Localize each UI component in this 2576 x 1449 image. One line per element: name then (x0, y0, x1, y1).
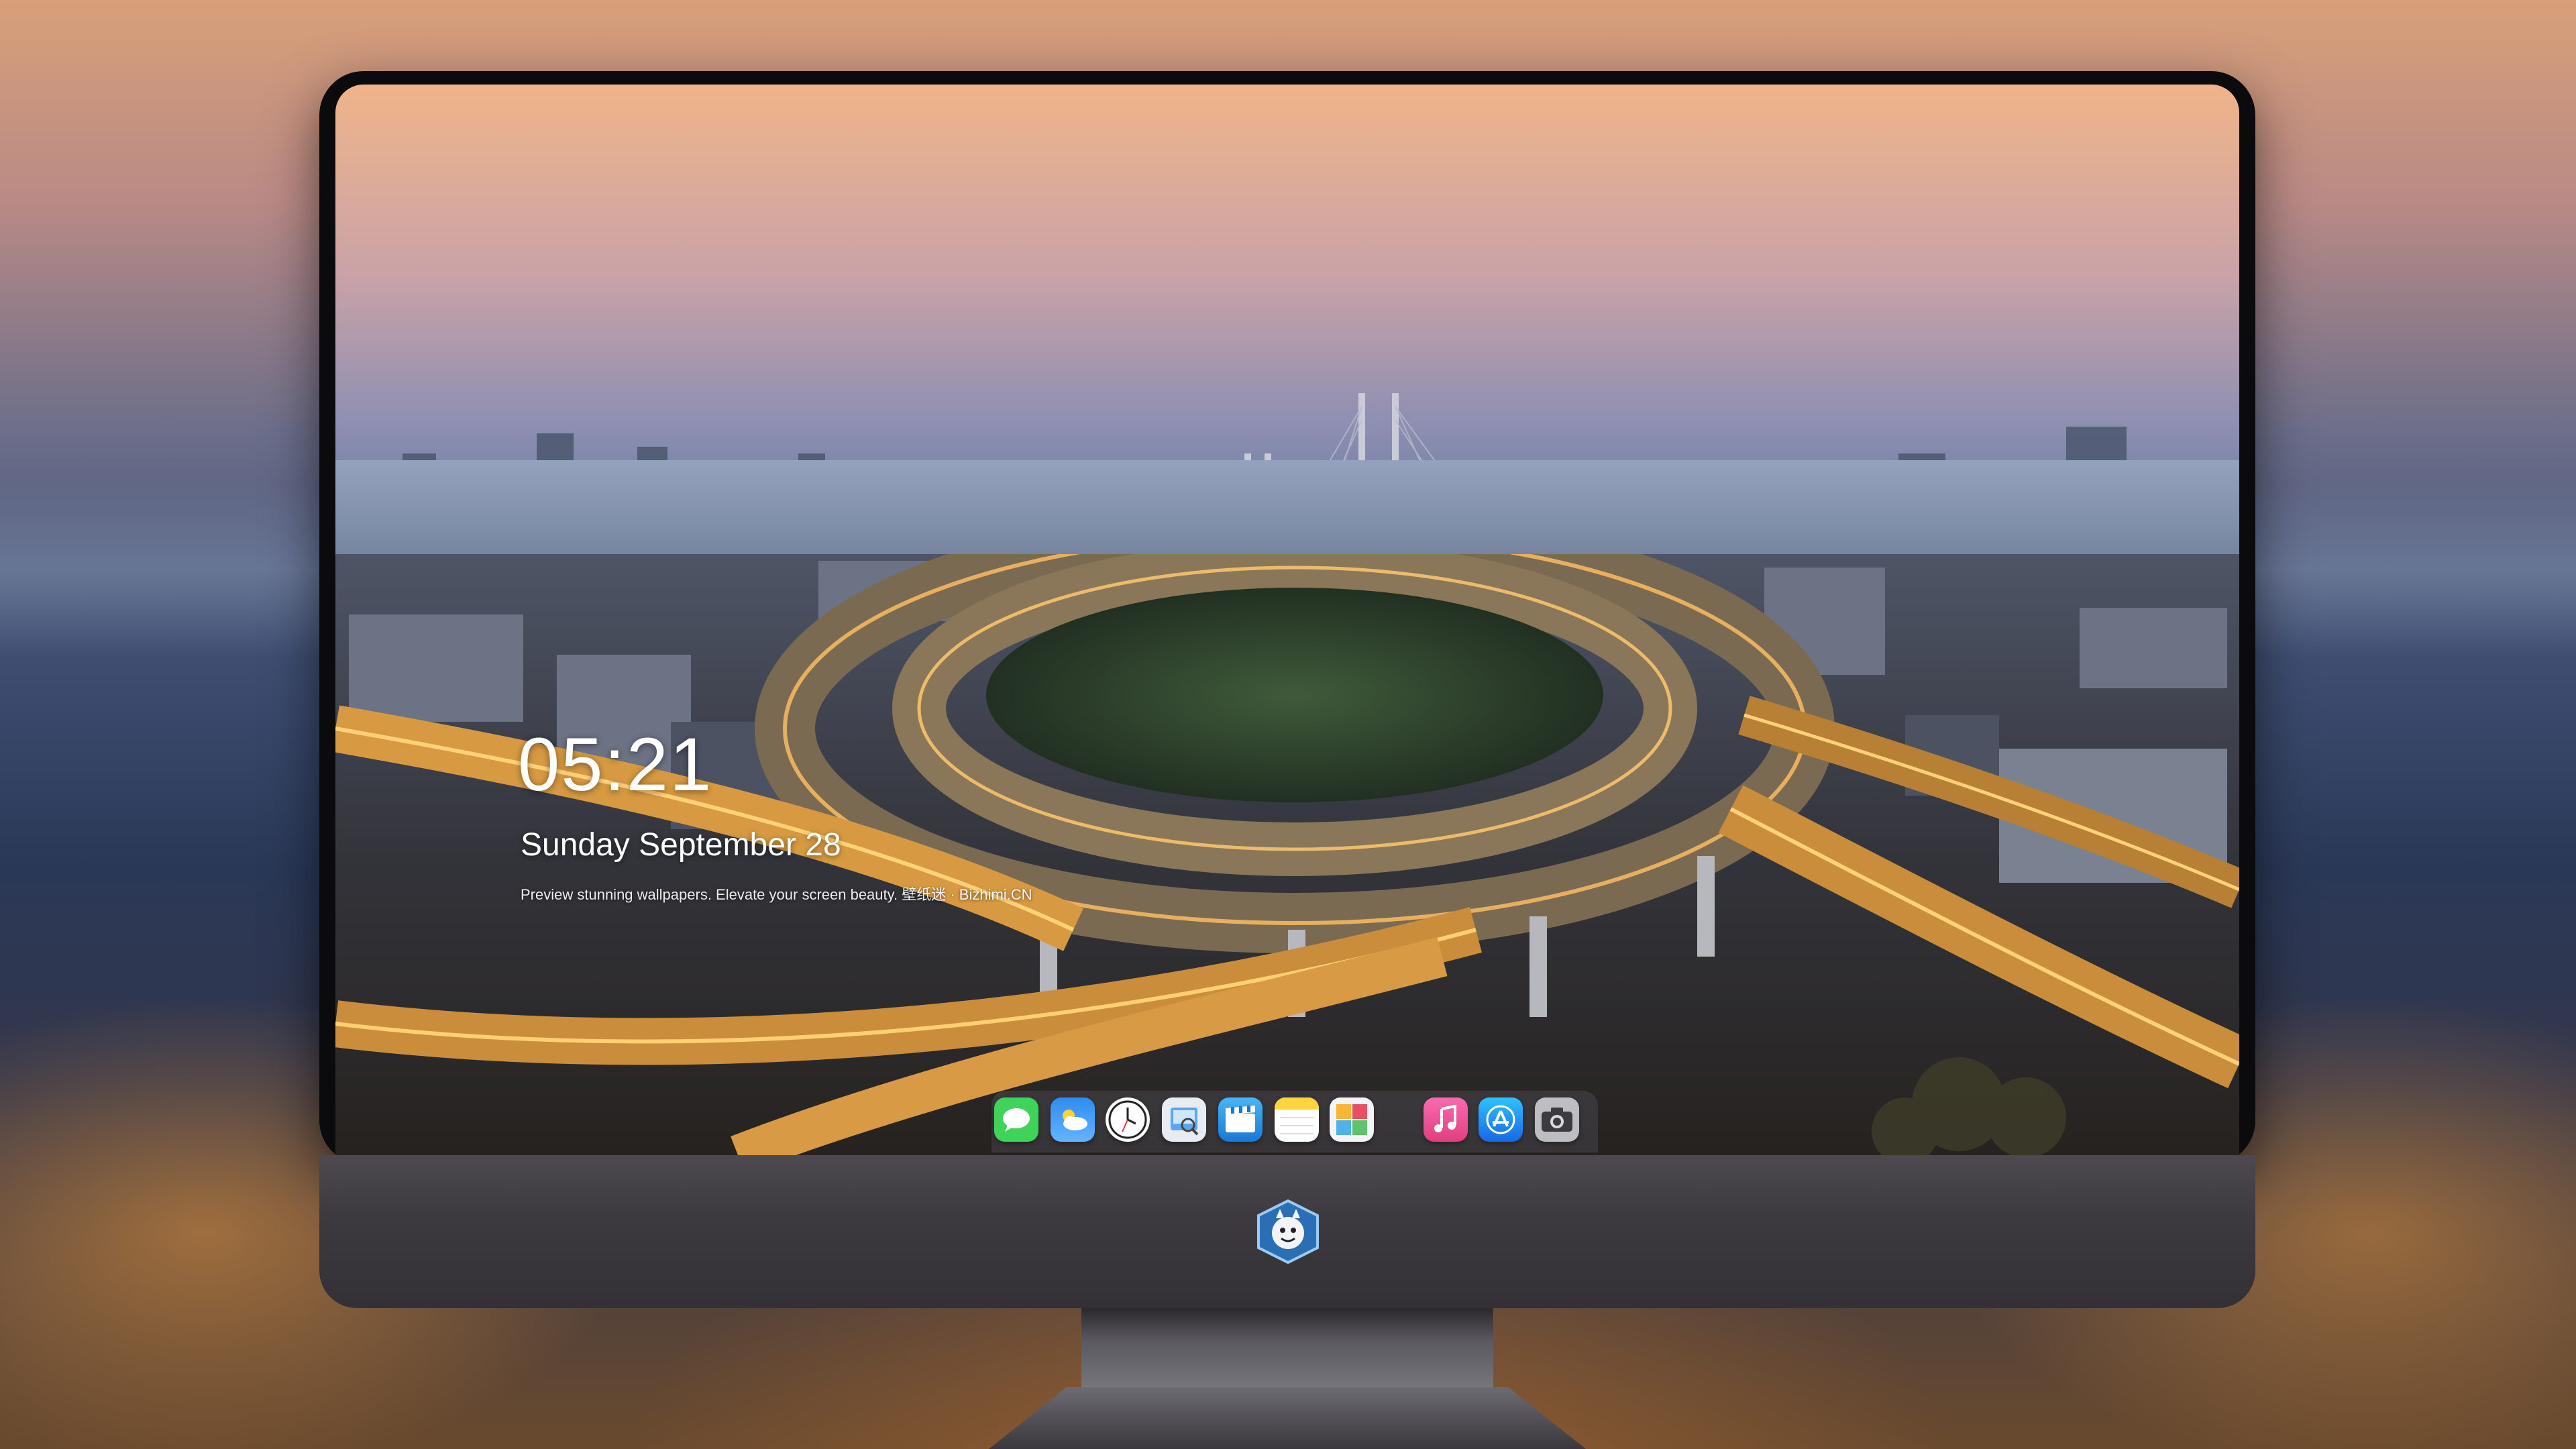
notes-icon[interactable] (1275, 1097, 1319, 1142)
photo-booth-icon[interactable] (1330, 1097, 1374, 1142)
weather-icon[interactable] (1051, 1097, 1095, 1142)
clock-icon[interactable] (1106, 1097, 1150, 1142)
messages-icon[interactable] (994, 1097, 1038, 1142)
wallpaper-tagline: Preview stunning wallpapers. Elevate you… (521, 886, 1032, 903)
music-icon[interactable] (1424, 1097, 1468, 1142)
preview-icon[interactable] (1162, 1097, 1206, 1142)
clips-icon[interactable] (1218, 1097, 1263, 1142)
app-store-icon[interactable] (1479, 1097, 1523, 1142)
desktop-screen: 05:21 Sunday September 28 Preview stunni… (335, 85, 2239, 1155)
lock-date: Sunday September 28 (521, 827, 841, 863)
mascot-logo-icon (1257, 1199, 1319, 1265)
monitor-stand-base (989, 1387, 1586, 1449)
camera-icon[interactable] (1535, 1097, 1579, 1142)
lock-clock: 05:21 (518, 722, 713, 806)
